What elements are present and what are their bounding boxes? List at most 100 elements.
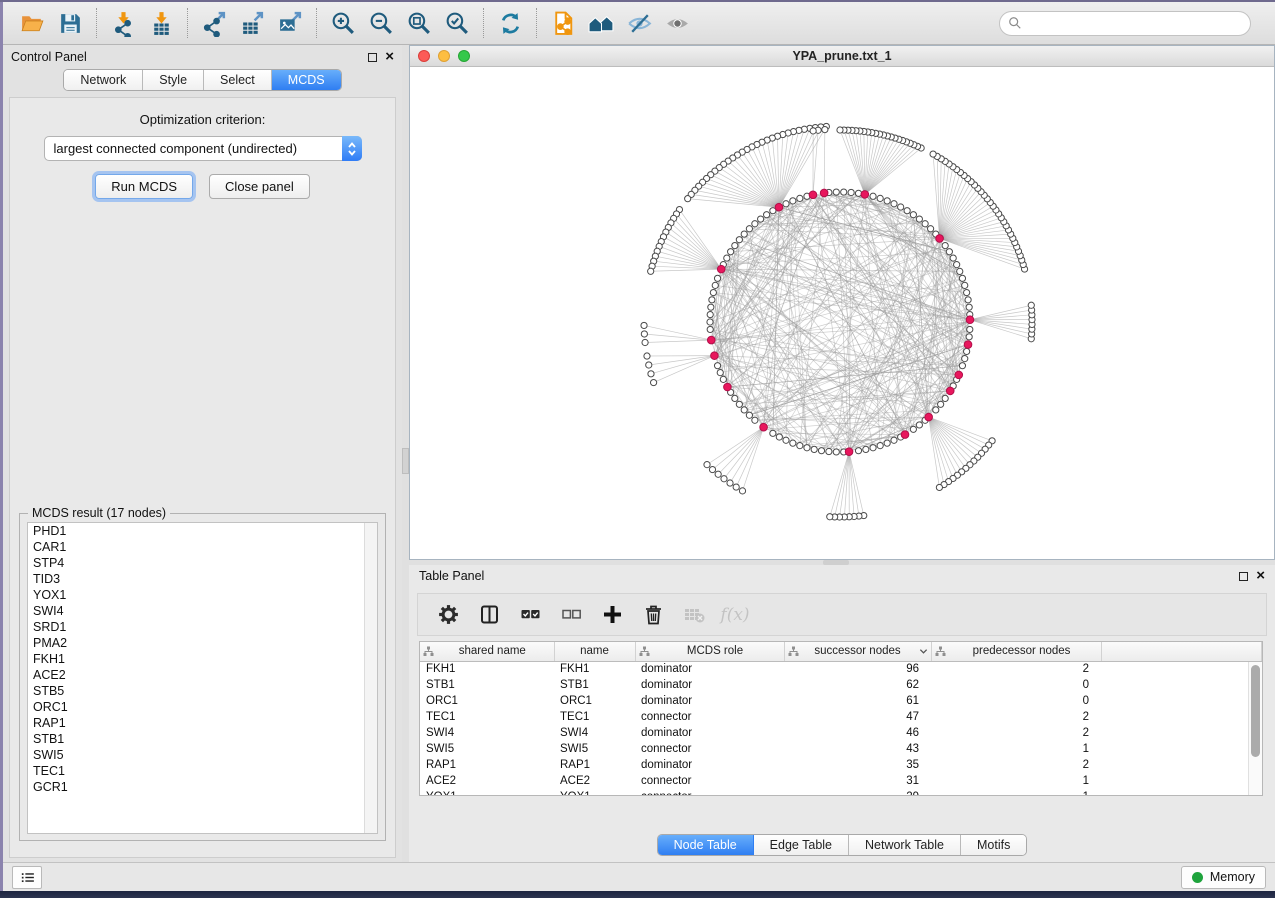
mcds-result-item[interactable]: ACE2: [28, 667, 377, 683]
network-file-icon[interactable]: [544, 5, 582, 41]
mcds-result-item[interactable]: STB5: [28, 683, 377, 699]
float-panel-icon[interactable]: [368, 53, 377, 62]
tab-network-table[interactable]: Network Table: [849, 835, 961, 855]
search-input[interactable]: [1022, 13, 1250, 33]
tab-select[interactable]: Select: [204, 70, 272, 90]
table-cell: ACE2: [554, 773, 635, 789]
delete-table-icon: [678, 599, 710, 631]
network-frame-titlebar[interactable]: YPA_prune.txt_1: [410, 46, 1274, 67]
criterion-dropdown[interactable]: largest connected component (undirected): [44, 136, 362, 161]
node-table[interactable]: shared namenameMCDS rolesuccessor nodesp…: [420, 642, 1262, 796]
application-window: Control Panel × NetworkStyleSelectMCDS O…: [0, 0, 1275, 898]
unselect-all-icon[interactable]: [555, 599, 587, 631]
mcds-result-item[interactable]: STB1: [28, 731, 377, 747]
column-header-name[interactable]: name: [554, 642, 635, 661]
table-cell: 2: [931, 661, 1101, 677]
tab-style[interactable]: Style: [143, 70, 204, 90]
table-cell: 35: [784, 757, 931, 773]
network-canvas[interactable]: [410, 67, 1274, 559]
table-cell: RAP1: [554, 757, 635, 773]
network-graph[interactable]: [410, 67, 1274, 560]
export-image-icon[interactable]: [271, 5, 309, 41]
show-all-icon[interactable]: [658, 5, 696, 41]
node-table-container: shared namenameMCDS rolesuccessor nodesp…: [419, 641, 1263, 796]
export-network-icon[interactable]: [195, 5, 233, 41]
show-column-icon[interactable]: [473, 599, 505, 631]
column-header-predecessor-nodes[interactable]: predecessor nodes: [931, 642, 1101, 661]
memory-button[interactable]: Memory: [1181, 866, 1266, 889]
export-table-icon[interactable]: [233, 5, 271, 41]
mcds-result-title: MCDS result (17 nodes): [28, 506, 170, 520]
table-cell: 47: [784, 709, 931, 725]
table-row[interactable]: SWI4SWI4dominator462: [420, 725, 1262, 741]
refresh-icon[interactable]: [491, 5, 529, 41]
mcds-result-item[interactable]: SWI5: [28, 747, 377, 763]
table-cell: TEC1: [420, 709, 554, 725]
mcds-result-item[interactable]: PMA2: [28, 635, 377, 651]
mcds-result-item[interactable]: GCR1: [28, 779, 377, 795]
mcds-result-item[interactable]: STP4: [28, 555, 377, 571]
table-cell-filler: [1101, 725, 1262, 741]
float-table-panel-icon[interactable]: [1239, 572, 1248, 581]
zoom-fit-icon[interactable]: [400, 5, 438, 41]
search-box[interactable]: [999, 11, 1251, 36]
table-row[interactable]: FKH1FKH1dominator962: [420, 661, 1262, 677]
tab-edge-table[interactable]: Edge Table: [754, 835, 849, 855]
mcds-result-item[interactable]: SWI4: [28, 603, 377, 619]
mcds-result-item[interactable]: SRD1: [28, 619, 377, 635]
table-cell: dominator: [635, 725, 784, 741]
vertical-splitter[interactable]: [402, 45, 409, 862]
settings-gear-icon[interactable]: [432, 599, 464, 631]
mcds-result-item[interactable]: CAR1: [28, 539, 377, 555]
chevron-down-icon[interactable]: [917, 648, 928, 655]
column-header-successor-nodes[interactable]: successor nodes: [784, 642, 931, 661]
close-table-panel-icon[interactable]: ×: [1256, 571, 1265, 581]
column-header-shared-name[interactable]: shared name: [420, 642, 554, 661]
table-row[interactable]: SWI5SWI5connector431: [420, 741, 1262, 757]
tab-mcds[interactable]: MCDS: [272, 70, 341, 90]
import-table-icon[interactable]: [142, 5, 180, 41]
table-scrollbar[interactable]: [1248, 662, 1262, 795]
mcds-result-item[interactable]: PHD1: [28, 523, 377, 539]
mcds-result-item[interactable]: FKH1: [28, 651, 377, 667]
table-cell: 96: [784, 661, 931, 677]
open-folder-icon[interactable]: [13, 5, 51, 41]
tab-node-table[interactable]: Node Table: [658, 835, 754, 855]
close-panel-icon[interactable]: ×: [385, 52, 394, 62]
table-row[interactable]: STB1STB1dominator620: [420, 677, 1262, 693]
table-panel-title: Table Panel: [419, 569, 484, 583]
mcds-result-item[interactable]: YOX1: [28, 587, 377, 603]
import-network-icon[interactable]: [104, 5, 142, 41]
save-icon[interactable]: [51, 5, 89, 41]
close-panel-button[interactable]: Close panel: [209, 174, 310, 199]
zoom-in-icon[interactable]: [324, 5, 362, 41]
delete-row-icon[interactable]: [637, 599, 669, 631]
table-cell: STB1: [420, 677, 554, 693]
zoom-out-icon[interactable]: [362, 5, 400, 41]
table-row[interactable]: TEC1TEC1connector472: [420, 709, 1262, 725]
zoom-selected-icon[interactable]: [438, 5, 476, 41]
vertical-splitter-handle[interactable]: [402, 448, 409, 474]
add-row-icon[interactable]: [596, 599, 628, 631]
column-header-MCDS-role[interactable]: MCDS role: [635, 642, 784, 661]
mcds-result-item[interactable]: TID3: [28, 571, 377, 587]
mcds-result-item[interactable]: TEC1: [28, 763, 377, 779]
table-row[interactable]: ACE2ACE2connector311: [420, 773, 1262, 789]
table-row[interactable]: RAP1RAP1dominator352: [420, 757, 1262, 773]
tab-motifs[interactable]: Motifs: [961, 835, 1026, 855]
mcds-result-item[interactable]: RAP1: [28, 715, 377, 731]
run-mcds-button[interactable]: Run MCDS: [95, 174, 193, 199]
table-scrollbar-thumb[interactable]: [1251, 665, 1260, 757]
table-cell: connector: [635, 789, 784, 796]
first-neighbors-icon[interactable]: [582, 5, 620, 41]
table-row[interactable]: YOX1YOX1connector291: [420, 789, 1262, 796]
select-all-icon[interactable]: [514, 599, 546, 631]
tab-network[interactable]: Network: [64, 70, 143, 90]
task-history-button[interactable]: [12, 866, 42, 889]
mcds-result-list[interactable]: PHD1CAR1STP4TID3YOX1SWI4SRD1PMA2FKH1ACE2…: [27, 522, 378, 834]
mcds-result-groupbox: MCDS result (17 nodes) PHD1CAR1STP4TID3Y…: [19, 513, 386, 841]
mcds-list-scrollbar[interactable]: [364, 523, 377, 833]
mcds-result-item[interactable]: ORC1: [28, 699, 377, 715]
table-row[interactable]: ORC1ORC1dominator610: [420, 693, 1262, 709]
hide-selected-icon[interactable]: [620, 5, 658, 41]
